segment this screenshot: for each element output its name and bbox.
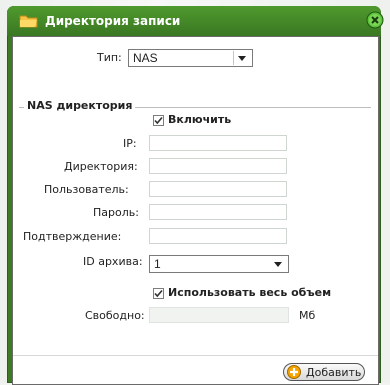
add-button-label: Добавить xyxy=(306,366,362,379)
confirm-label: Подтверждение: xyxy=(23,230,122,243)
type-select-value: NAS xyxy=(133,51,158,65)
enable-label: Включить xyxy=(168,113,232,126)
select-separator xyxy=(233,51,234,65)
type-label: Тип: xyxy=(97,51,122,64)
folder-icon xyxy=(19,15,38,28)
archive-id-value: 1 xyxy=(154,257,161,271)
plus-icon xyxy=(287,365,301,379)
directory-label: Директория: xyxy=(64,160,138,173)
chevron-down-icon xyxy=(274,262,282,267)
ip-label: IP: xyxy=(123,137,137,150)
checkmark-icon xyxy=(154,289,163,298)
free-label: Свободно: xyxy=(85,309,145,322)
dialog-window: Директория записи Тип: NAS NAS директори… xyxy=(7,6,384,385)
use-all-label: Использовать весь объем xyxy=(168,286,332,299)
checkmark-icon xyxy=(154,116,163,125)
user-field[interactable] xyxy=(149,181,287,197)
dialog-content: Тип: NAS NAS директория Включить IP: Дир… xyxy=(12,36,379,385)
enable-checkbox[interactable] xyxy=(153,115,164,126)
confirm-field[interactable] xyxy=(149,228,287,244)
free-unit: Мб xyxy=(299,309,316,322)
close-icon[interactable] xyxy=(366,11,384,29)
nas-group-title: NAS директория xyxy=(24,99,136,112)
free-field xyxy=(149,307,289,323)
ip-field[interactable] xyxy=(149,135,287,151)
add-button[interactable]: Добавить xyxy=(283,363,365,381)
archive-id-select[interactable]: 1 xyxy=(149,255,289,273)
window-title: Директория записи xyxy=(45,14,181,28)
user-label: Пользователь: xyxy=(44,183,129,196)
title-bar[interactable]: Директория записи xyxy=(7,6,384,36)
directory-field[interactable] xyxy=(149,158,287,174)
type-select[interactable]: NAS xyxy=(128,49,253,67)
use-all-checkbox[interactable] xyxy=(153,288,164,299)
archive-id-label: ID архива: xyxy=(83,255,143,268)
password-field[interactable] xyxy=(149,204,287,220)
chevron-down-icon xyxy=(238,56,246,61)
footer-divider xyxy=(13,355,378,356)
password-label: Пароль: xyxy=(93,206,139,219)
